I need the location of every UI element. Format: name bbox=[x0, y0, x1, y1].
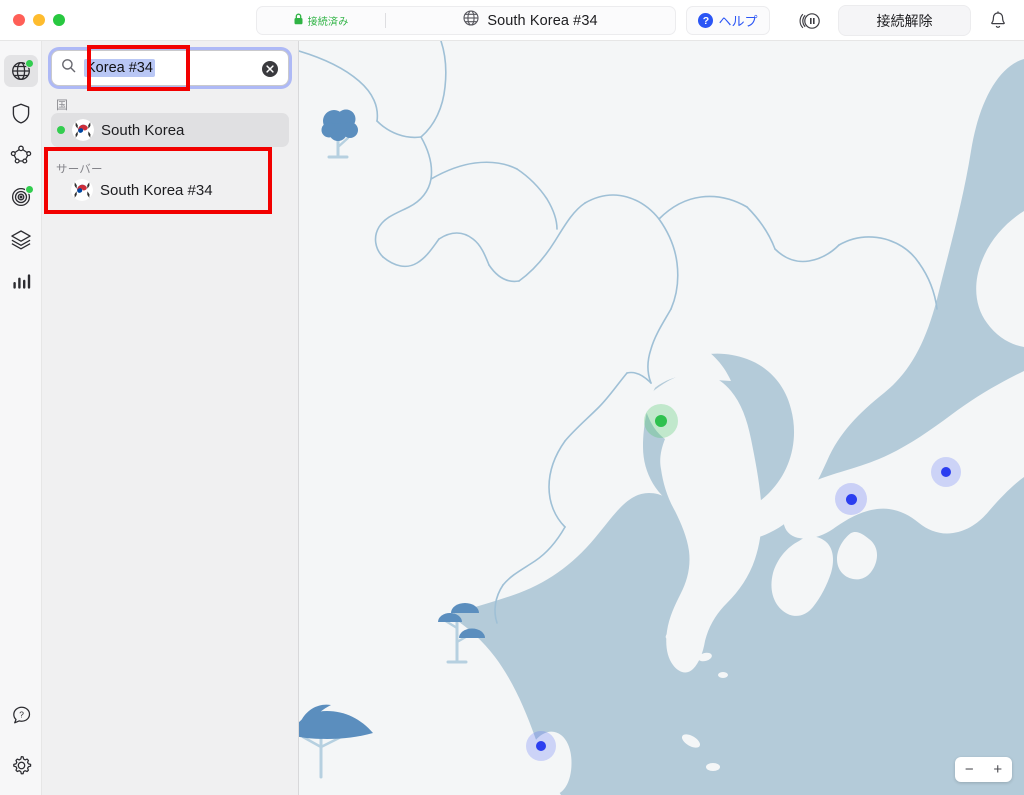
help-label: ヘルプ bbox=[718, 14, 758, 29]
titlebar: 接続済み South Korea #34 ? ヘルプ 接続解除 bbox=[0, 0, 1024, 41]
app-window: 接続済み South Korea #34 ? ヘルプ 接続解除 ? Korea … bbox=[0, 0, 1024, 795]
kr-flag-icon bbox=[71, 179, 93, 201]
current-server[interactable]: South Korea #34 bbox=[386, 10, 675, 31]
sidebar-item-shield[interactable] bbox=[4, 97, 38, 129]
list-item-server-south-korea-34[interactable]: South Korea #34 bbox=[51, 173, 289, 207]
rail-top-group bbox=[0, 41, 41, 297]
kr-flag-icon bbox=[72, 119, 94, 141]
question-mark-icon: ? bbox=[698, 13, 714, 28]
sidebar-item-globe[interactable] bbox=[3, 55, 38, 87]
gear-icon bbox=[12, 755, 31, 774]
disconnect-button[interactable]: 接続解除 bbox=[838, 5, 971, 36]
marker-core bbox=[941, 467, 951, 477]
network-nodes-icon bbox=[10, 145, 31, 164]
search-icon bbox=[61, 58, 76, 78]
icon-rail: ? bbox=[0, 41, 42, 795]
pause-circle-icon[interactable] bbox=[798, 9, 824, 33]
marker-core bbox=[845, 493, 857, 505]
list-item-country-south-korea[interactable]: South Korea bbox=[51, 113, 289, 147]
layers-icon bbox=[10, 230, 31, 250]
marker-core bbox=[655, 415, 667, 427]
map-canvas[interactable]: − + bbox=[299, 41, 1024, 795]
minimize-button[interactable] bbox=[33, 14, 45, 26]
section-label-countries: 国 bbox=[56, 99, 69, 112]
marker-core bbox=[536, 741, 546, 751]
sidebar-item-settings[interactable] bbox=[4, 749, 38, 781]
section-countries: 国 South Korea bbox=[42, 99, 298, 147]
sidebar-item-mesh[interactable] bbox=[4, 139, 38, 171]
zoom-button[interactable] bbox=[53, 14, 65, 26]
sidebar-item-help[interactable]: ? bbox=[4, 699, 38, 731]
help-button[interactable]: ? ヘルプ bbox=[686, 6, 770, 35]
lock-icon bbox=[294, 12, 303, 30]
sidebar-panel: Korea #34 国 South Korea サーバー South Korea… bbox=[42, 41, 299, 795]
sidebar-item-radar[interactable] bbox=[4, 181, 38, 213]
connection-status: 接続済み bbox=[257, 7, 385, 34]
status-dot-online bbox=[24, 59, 34, 68]
section-servers: サーバー South Korea #34 bbox=[42, 147, 298, 214]
list-item-label: South Korea #34 bbox=[100, 181, 213, 199]
status-dot-online bbox=[24, 185, 34, 194]
bar-chart-icon bbox=[12, 274, 30, 289]
server-name-label: South Korea #34 bbox=[487, 12, 598, 29]
search-area: Korea #34 bbox=[51, 45, 289, 91]
globe-icon bbox=[463, 10, 479, 31]
svg-text:?: ? bbox=[19, 709, 24, 719]
zoom-in-button[interactable]: + bbox=[993, 762, 1002, 777]
sidebar-item-layers[interactable] bbox=[4, 223, 38, 255]
traffic-lights bbox=[0, 14, 65, 26]
sidebar-item-stats[interactable] bbox=[4, 265, 38, 297]
zoom-out-button[interactable]: − bbox=[965, 762, 974, 777]
clear-search-icon[interactable] bbox=[261, 60, 279, 78]
shield-icon bbox=[12, 103, 29, 124]
map-zoom-controls: − + bbox=[955, 757, 1012, 782]
section-label-servers: サーバー bbox=[56, 164, 103, 173]
help-bubble-icon: ? bbox=[12, 706, 30, 723]
bell-icon[interactable] bbox=[988, 10, 1008, 31]
status-dot-online bbox=[57, 126, 65, 134]
connection-status-bar: 接続済み South Korea #34 bbox=[256, 6, 676, 35]
rail-bottom-group: ? bbox=[0, 699, 42, 781]
search-input-value[interactable]: Korea #34 bbox=[84, 59, 155, 77]
search-input[interactable]: Korea #34 bbox=[51, 50, 289, 86]
close-button[interactable] bbox=[13, 14, 25, 26]
list-item-label: South Korea bbox=[101, 121, 185, 139]
connection-status-text: 接続済み bbox=[307, 17, 349, 28]
